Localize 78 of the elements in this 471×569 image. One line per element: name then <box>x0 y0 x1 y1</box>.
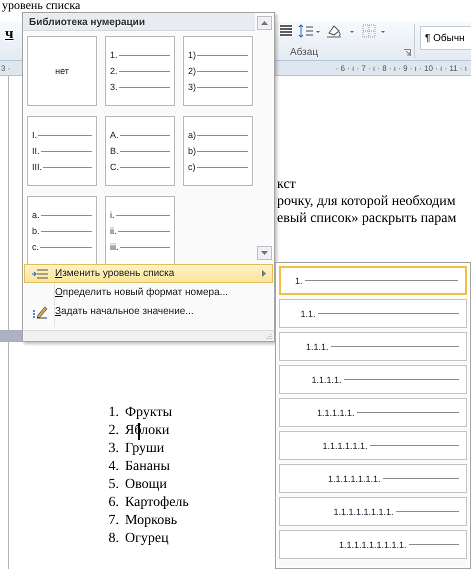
format-tile[interactable]: 1) 2) 3) <box>183 36 253 106</box>
document-text: кст <box>277 176 296 193</box>
justify-icon[interactable] <box>280 25 292 37</box>
level-option[interactable]: 1. <box>279 266 467 295</box>
level-option[interactable]: 1.1.1.1.1.1.1.1.1. <box>279 530 467 559</box>
list-number: 4. <box>108 458 119 476</box>
marker-label: 3) <box>188 82 196 92</box>
list-item-text: Овощи <box>125 476 167 494</box>
document-text: евый список» раскрыть парам <box>277 210 456 227</box>
list-item-text: Морковь <box>125 512 178 530</box>
document-text: рочку, для которой необходим <box>277 193 456 210</box>
menu-item[interactable]: Изменить уровень списка <box>24 264 273 283</box>
marker-label: II. <box>32 146 40 156</box>
format-tile[interactable]: нет <box>27 36 97 106</box>
document-heading: уровень списка <box>1 0 80 12</box>
marker-label: b) <box>188 146 196 156</box>
menu-title: Библиотека нумерации <box>23 13 255 31</box>
format-tile[interactable]: I. II. III. <box>27 116 97 186</box>
format-tile[interactable]: a) b) c) <box>183 116 253 186</box>
format-tile[interactable]: i. ii. iii. <box>105 196 175 266</box>
underline-button[interactable]: ч <box>5 26 14 44</box>
marker-label: C. <box>110 162 119 172</box>
list-number: 3. <box>108 440 119 458</box>
pencil-icon <box>32 304 48 318</box>
marker-label: c) <box>188 162 196 172</box>
marker-label: I. <box>32 130 38 140</box>
list-number: 1. <box>108 404 119 422</box>
scroll-up-button[interactable] <box>257 16 272 30</box>
marker-label: B. <box>110 146 119 156</box>
triangle-up-icon <box>261 21 268 25</box>
menu-item[interactable]: Определить новый формат номера... <box>24 283 273 302</box>
list-item-text: Груши <box>125 440 164 458</box>
marker-label: a. <box>32 210 40 220</box>
scroll-down-button[interactable] <box>257 246 272 260</box>
shading-icon[interactable] <box>326 24 356 38</box>
marker-label: a) <box>188 130 196 140</box>
dialog-launcher-icon[interactable] <box>404 49 411 56</box>
format-tile[interactable]: A. B. C. <box>105 116 175 186</box>
level-option[interactable]: 1.1.1.1.1. <box>279 398 467 427</box>
group-label: Абзац <box>290 47 318 58</box>
list-item-text: Фрукты <box>125 404 172 422</box>
list-item-text: Картофель <box>125 494 189 512</box>
list-number: 5. <box>108 476 119 494</box>
marker-label: i. <box>110 210 114 220</box>
list-number: 8. <box>108 530 119 548</box>
list-number: 2. <box>108 422 119 440</box>
format-tile[interactable]: 1. 2. 3. <box>105 36 175 106</box>
level-option[interactable]: 1.1.1.1.1.1.1. <box>279 464 467 493</box>
marker-label: b. <box>32 226 40 236</box>
marker-label: 3. <box>110 82 118 92</box>
marker-label: ii. <box>110 226 116 236</box>
marker-label: 1) <box>188 50 196 60</box>
marker-label: 2. <box>110 66 118 76</box>
style-gallery[interactable]: ¶ Обычн <box>420 26 471 50</box>
marker-label: III. <box>32 162 42 172</box>
list-item-text: Огурец <box>125 530 169 548</box>
level-option[interactable]: 1.1.1.1. <box>279 365 467 394</box>
menu-item[interactable]: Задать начальное значение... <box>24 302 273 321</box>
format-tile[interactable]: a. b. c. <box>27 196 97 266</box>
marker-label: 2) <box>188 66 196 76</box>
resize-grip-icon[interactable] <box>265 333 272 340</box>
level-option[interactable]: 1.1.1.1.1.1.1.1. <box>279 497 467 526</box>
indent-icon <box>32 268 48 278</box>
list-number: 7. <box>108 512 119 530</box>
ruler-mark: 3 · <box>0 64 10 72</box>
marker-label: iii. <box>110 242 118 252</box>
marker-label: 1. <box>110 50 118 60</box>
list-number: 6. <box>108 494 119 512</box>
level-option[interactable]: 1.1.1.1.1.1. <box>279 431 467 460</box>
ruler-scale: · 6 · ı · 7 · ı · 8 · ı · 9 · ı · 10 · ı · 11 · ı <box>336 64 468 72</box>
marker-label: A. <box>110 130 119 140</box>
marker-label: c. <box>32 242 40 252</box>
line-spacing-icon[interactable] <box>298 24 320 38</box>
borders-icon[interactable] <box>362 24 388 38</box>
level-option[interactable]: 1.1.1. <box>279 332 467 361</box>
list-item-text: Бананы <box>125 458 170 476</box>
triangle-down-icon <box>261 251 268 255</box>
level-option[interactable]: 1.1. <box>279 299 467 328</box>
